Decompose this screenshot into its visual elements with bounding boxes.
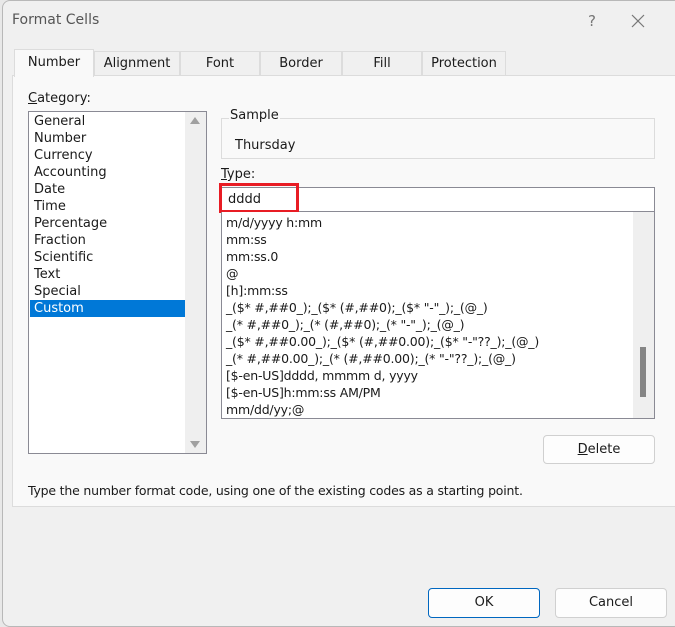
format-code-item[interactable]: mm:ss [226,231,267,248]
dialog-title: Format Cells [12,12,100,28]
category-scrollbar[interactable] [185,112,206,453]
category-item-text[interactable]: Text [30,266,185,283]
close-icon [631,14,645,28]
tab-border[interactable]: Border [260,51,342,76]
cancel-button[interactable]: Cancel [555,588,667,618]
tab-fill[interactable]: Fill [342,51,422,76]
category-list[interactable]: General Number Currency Accounting Date … [28,111,207,454]
sample-legend: Sample [229,108,280,123]
category-item-fraction[interactable]: Fraction [30,232,185,249]
scroll-up-arrow-icon[interactable] [190,117,200,124]
category-item-date[interactable]: Date [30,181,185,198]
format-code-item[interactable]: _($* #,##0_);_($* (#,##0);_($* "-"_);_(@… [226,299,488,316]
category-item-scientific[interactable]: Scientific [30,249,185,266]
type-label: Type: [221,167,256,182]
type-input[interactable] [221,187,655,212]
format-code-item[interactable]: _($* #,##0.00_);_($* (#,##0.00);_($* "-"… [226,333,539,350]
hint-text: Type the number format code, using one o… [28,483,523,498]
format-list-scrollbar[interactable] [633,212,654,418]
number-tab-panel: Category: General Number Currency Accoun… [12,75,675,507]
ok-button[interactable]: OK [428,588,540,618]
close-button[interactable] [623,9,653,33]
category-item-currency[interactable]: Currency [30,147,185,164]
format-code-item[interactable]: _(* #,##0_);_(* (#,##0);_(* "-"_);_(@_) [226,316,465,333]
delete-button[interactable]: Delete [543,435,655,464]
category-item-percentage[interactable]: Percentage [30,215,185,232]
category-label: Category: [28,91,91,106]
format-code-item[interactable]: mm:ss.0 [226,248,278,265]
help-button[interactable]: ? [581,10,603,32]
format-code-item[interactable]: [h]:mm:ss [226,282,288,299]
tab-alignment[interactable]: Alignment [94,51,180,76]
sample-group: Sample Thursday [221,108,655,159]
scrollbar-thumb[interactable] [640,347,646,397]
tab-font[interactable]: Font [180,51,260,76]
category-item-general[interactable]: General [30,113,185,130]
tab-number[interactable]: Number [14,49,94,77]
format-code-item[interactable]: [$-en-US]h:mm:ss AM/PM [226,384,381,401]
title-bar: Format Cells ? [3,1,675,41]
category-item-custom[interactable]: Custom [30,300,185,317]
scroll-down-arrow-icon[interactable] [190,441,200,448]
category-item-special[interactable]: Special [30,283,185,300]
format-code-item[interactable]: [$-en-US]dddd, mmmm d, yyyy [226,367,418,384]
format-code-item[interactable]: _(* #,##0.00_);_(* (#,##0.00);_(* "-"??_… [226,350,516,367]
category-item-accounting[interactable]: Accounting [30,164,185,181]
format-code-item[interactable]: @ [226,265,239,282]
format-code-item[interactable]: m/d/yyyy h:mm [226,214,322,231]
category-item-time[interactable]: Time [30,198,185,215]
sample-value: Thursday [235,138,296,153]
format-code-list[interactable]: m/d/yyyy h:mm mm:ss mm:ss.0 @ [h]:mm:ss … [221,212,655,419]
format-cells-dialog: Format Cells ? Number Alignment Font Bor… [2,0,675,627]
format-code-item[interactable]: mm/dd/yy;@ [226,401,304,418]
category-item-number[interactable]: Number [30,130,185,147]
tab-protection[interactable]: Protection [422,51,506,76]
